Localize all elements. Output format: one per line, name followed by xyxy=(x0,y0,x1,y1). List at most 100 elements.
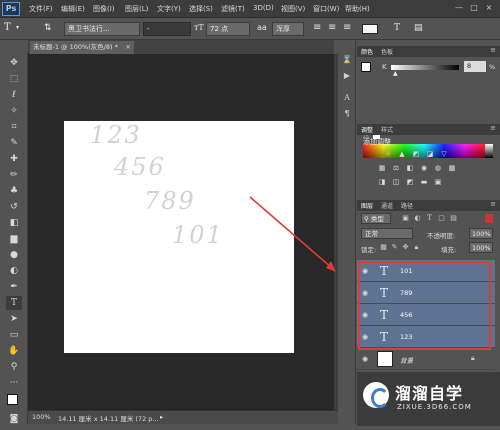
text-tool-icon[interactable]: T xyxy=(4,22,11,36)
brush-tool-icon[interactable]: ✏ xyxy=(6,168,22,182)
eraser-tool-icon[interactable]: ◧ xyxy=(6,216,22,230)
layer-row[interactable]: ◉ T 123 xyxy=(357,326,495,348)
marquee-tool-icon[interactable]: ⬚ xyxy=(6,72,22,86)
posterize-icon[interactable]: ◫ xyxy=(391,178,401,187)
menu-3d[interactable]: 3D(D) xyxy=(253,4,274,12)
close-icon[interactable]: × xyxy=(125,41,131,53)
canvas-text-789[interactable]: 789 xyxy=(144,187,196,215)
gradient-map-icon[interactable]: ▬ xyxy=(419,178,429,187)
menu-filter[interactable]: 滤镜(T) xyxy=(221,4,245,14)
menu-type[interactable]: 文字(Y) xyxy=(157,4,181,14)
tab-swatches[interactable]: 色板 xyxy=(381,47,393,56)
menu-select[interactable]: 选择(S) xyxy=(189,4,213,14)
canvas-text-101[interactable]: 101 xyxy=(172,221,224,249)
blur-tool-icon[interactable]: ● xyxy=(6,248,22,262)
hsl-icon[interactable]: ▦ xyxy=(377,164,387,173)
menu-image[interactable]: 图像(I) xyxy=(93,4,115,14)
k-slider[interactable] xyxy=(391,65,459,70)
layer-name[interactable]: 背景 xyxy=(400,355,413,365)
eye-icon[interactable]: ◉ xyxy=(360,354,370,364)
align-right-icon[interactable]: ≡ xyxy=(343,22,351,36)
history-panel-icon[interactable]: ⌛ xyxy=(340,54,354,66)
layer-row-background[interactable]: ◉ 背景 🔒︎ xyxy=(357,348,495,370)
menu-window[interactable]: 窗口(W) xyxy=(313,4,339,14)
filter-pixel-icon[interactable]: ▣ xyxy=(401,214,410,223)
lock-all-icon[interactable]: 🔒︎ xyxy=(412,243,421,252)
layer-row[interactable]: ◉ T 789 xyxy=(357,282,495,304)
tab-styles[interactable]: 样式 xyxy=(381,125,393,134)
layer-name[interactable]: 123 xyxy=(400,333,412,341)
shape-tool-icon[interactable]: ▭ xyxy=(6,328,22,342)
panel-menu-icon[interactable]: ≡ xyxy=(490,46,496,54)
canvas-area[interactable]: 123 456 789 101 xyxy=(28,54,334,410)
vibrance-icon[interactable]: ▽ xyxy=(439,150,449,159)
minimize-button[interactable]: — xyxy=(452,2,466,14)
panel-menu-icon[interactable]: ≡ xyxy=(490,124,496,132)
eye-icon[interactable]: ◉ xyxy=(360,266,370,276)
layer-row[interactable]: ◉ T 101 xyxy=(357,260,495,282)
font-family-select[interactable]: 黑卫书法行... xyxy=(64,22,140,36)
selective-color-icon[interactable]: ▣ xyxy=(433,178,443,187)
layer-name[interactable]: 101 xyxy=(400,267,412,275)
character-panel-icon[interactable]: ▤ xyxy=(414,22,423,36)
tab-color[interactable]: 颜色 xyxy=(361,47,373,56)
channel-mixer-icon[interactable]: ◍ xyxy=(433,164,443,173)
antialias-select[interactable]: 浑厚 xyxy=(272,22,304,36)
tab-channels[interactable]: 通道 xyxy=(381,201,393,210)
actions-panel-icon[interactable]: ▶ xyxy=(340,70,354,82)
invert-icon[interactable]: ◨ xyxy=(377,178,387,187)
text-color-swatch[interactable] xyxy=(362,24,378,34)
font-size-select[interactable]: 72 点 xyxy=(206,22,250,36)
magic-wand-tool-icon[interactable]: ✧ xyxy=(6,104,22,118)
quick-mask-icon[interactable]: ◙ xyxy=(6,412,22,426)
filter-toggle-icon[interactable] xyxy=(485,214,493,223)
foreground-color-swatch[interactable] xyxy=(7,394,18,405)
brightness-icon[interactable]: ☼ xyxy=(383,150,393,159)
eye-icon[interactable]: ◉ xyxy=(360,288,370,298)
menu-file[interactable]: 文件(F) xyxy=(29,4,53,14)
zoom-tool-icon[interactable]: ⚲ xyxy=(6,360,22,374)
filter-smart-icon[interactable]: ▤ xyxy=(449,214,458,223)
gradient-tool-icon[interactable]: ▆ xyxy=(6,232,22,246)
lasso-tool-icon[interactable]: ℓ xyxy=(6,88,22,102)
threshold-icon[interactable]: ◩ xyxy=(405,178,415,187)
slider-thumb-icon[interactable]: ▲ xyxy=(393,70,398,77)
history-brush-tool-icon[interactable]: ↺ xyxy=(6,200,22,214)
tab-paths[interactable]: 路径 xyxy=(401,201,413,210)
maximize-button[interactable]: □ xyxy=(467,2,481,14)
document-canvas[interactable]: 123 456 789 101 xyxy=(64,121,294,353)
close-window-button[interactable]: × xyxy=(482,2,496,14)
canvas-text-456[interactable]: 456 xyxy=(114,153,166,181)
align-center-icon[interactable]: ≡ xyxy=(328,22,336,36)
healing-brush-tool-icon[interactable]: ✚ xyxy=(6,152,22,166)
dodge-tool-icon[interactable]: ◐ xyxy=(6,264,22,278)
menu-layer[interactable]: 图层(L) xyxy=(125,4,148,14)
lookup-icon[interactable]: ▩ xyxy=(447,164,457,173)
font-style-select[interactable]: - xyxy=(143,22,191,36)
document-tab[interactable]: 未标题-1 @ 100%(灰色/8) * × xyxy=(30,41,134,54)
zoom-level[interactable]: 100% xyxy=(32,413,51,421)
hand-tool-icon[interactable]: ✋ xyxy=(6,344,22,358)
exposure-icon[interactable]: ◪ xyxy=(425,150,435,159)
move-tool-icon[interactable]: ✥ xyxy=(6,56,22,70)
layer-row[interactable]: ◉ T 456 xyxy=(357,304,495,326)
status-menu-arrow-icon[interactable]: ▸ xyxy=(160,413,163,421)
text-orientation-icon[interactable]: ⇅ xyxy=(44,22,52,36)
type-tool-icon[interactable]: T xyxy=(6,296,22,310)
lock-pixels-icon[interactable]: ✎ xyxy=(390,243,399,252)
layer-filter-select[interactable]: ⚲ 类型 xyxy=(361,213,391,224)
character-panel-icon[interactable]: A xyxy=(340,92,354,104)
lock-position-icon[interactable]: ✥ xyxy=(401,243,410,252)
k-value-input[interactable]: 8 xyxy=(464,61,486,72)
pen-tool-icon[interactable]: ✒ xyxy=(6,280,22,294)
foreground-swatch[interactable] xyxy=(361,62,371,72)
tab-adjustments[interactable]: 调整 xyxy=(361,125,373,134)
menu-help[interactable]: 帮助(H) xyxy=(345,4,370,14)
filter-type-icon[interactable]: T xyxy=(425,214,434,223)
eye-icon[interactable]: ◉ xyxy=(360,310,370,320)
opacity-input[interactable]: 100% xyxy=(469,228,493,239)
clone-stamp-tool-icon[interactable]: ♣ xyxy=(6,184,22,198)
chevron-down-icon[interactable]: ▾ xyxy=(16,22,19,36)
filter-adjustment-icon[interactable]: ◐ xyxy=(413,214,422,223)
eyedropper-tool-icon[interactable]: ✎ xyxy=(6,136,22,150)
